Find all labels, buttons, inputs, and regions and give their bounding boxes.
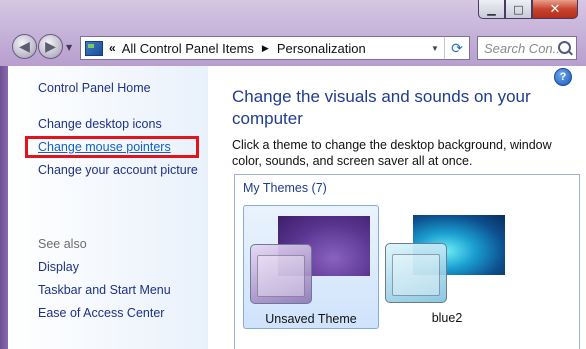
theme-name: Unsaved Theme bbox=[265, 312, 357, 326]
maximize-button[interactable]: □ bbox=[505, 0, 532, 19]
ease-of-access-link[interactable]: Ease of Access Center bbox=[38, 306, 164, 320]
refresh-icon[interactable]: ⟳ bbox=[444, 37, 469, 59]
breadcrumb-personalization[interactable]: Personalization bbox=[277, 41, 426, 56]
control-panel-home-link[interactable]: Control Panel Home bbox=[38, 81, 151, 95]
themes-list: My Themes (7) Unsaved Theme blue2 bbox=[234, 174, 580, 349]
navigation-bar: ◀ ▶ ▼ « All Control Panel Items ▶ Person… bbox=[0, 28, 586, 66]
help-icon[interactable]: ? bbox=[554, 68, 572, 86]
main-pane: ? Change the visuals and sounds on your … bbox=[208, 66, 586, 349]
my-themes-group-label[interactable]: My Themes (7) bbox=[243, 181, 327, 195]
breadcrumb-all-control-panel-items[interactable]: All Control Panel Items bbox=[122, 41, 254, 56]
search-input[interactable]: Search Con... bbox=[477, 36, 577, 60]
theme-window-color-preview bbox=[385, 243, 447, 303]
task-pane: Control Panel Home Change desktop icons … bbox=[8, 66, 208, 349]
arrow-left-icon: ◀ bbox=[19, 38, 30, 55]
caption-buttons: ▁ □ ✕ bbox=[478, 0, 578, 19]
theme-window-color-preview bbox=[250, 244, 312, 304]
forward-button[interactable]: ▶ bbox=[38, 34, 63, 59]
page-title: Change the visuals and sounds on your co… bbox=[232, 87, 531, 128]
address-bar[interactable]: « All Control Panel Items ▶ Personalizat… bbox=[80, 36, 470, 60]
personalization-window: ▁ □ ✕ ◀ ▶ ▼ « All Control Panel Items ▶ … bbox=[0, 0, 586, 349]
control-panel-icon bbox=[85, 40, 103, 56]
search-icon[interactable] bbox=[558, 41, 571, 54]
page-description: Click a theme to change the desktop back… bbox=[232, 138, 552, 168]
arrow-right-icon: ▶ bbox=[45, 38, 56, 55]
theme-blue2[interactable]: blue2 bbox=[379, 205, 515, 329]
see-also-label: See also bbox=[38, 237, 87, 251]
breadcrumb-overflow[interactable]: « bbox=[109, 41, 116, 55]
highlight-box bbox=[25, 136, 199, 158]
back-button[interactable]: ◀ bbox=[12, 34, 37, 59]
taskbar-start-menu-link[interactable]: Taskbar and Start Menu bbox=[38, 283, 171, 297]
breadcrumb-separator-icon[interactable]: ▶ bbox=[262, 43, 269, 54]
search-placeholder: Search Con... bbox=[484, 40, 564, 56]
minimize-button[interactable]: ▁ bbox=[478, 0, 505, 19]
change-desktop-icons-link[interactable]: Change desktop icons bbox=[38, 117, 162, 131]
theme-unsaved[interactable]: Unsaved Theme bbox=[243, 205, 379, 329]
window-frame-left bbox=[0, 66, 8, 349]
theme-name: blue2 bbox=[431, 311, 463, 325]
display-link[interactable]: Display bbox=[38, 260, 79, 274]
content-area: Control Panel Home Change desktop icons … bbox=[8, 66, 586, 349]
recent-pages-dropdown[interactable]: ▼ bbox=[66, 43, 72, 52]
close-button[interactable]: ✕ bbox=[532, 0, 578, 19]
change-account-picture-link[interactable]: Change your account picture bbox=[38, 163, 198, 177]
address-dropdown-icon[interactable]: ▼ bbox=[426, 44, 444, 53]
